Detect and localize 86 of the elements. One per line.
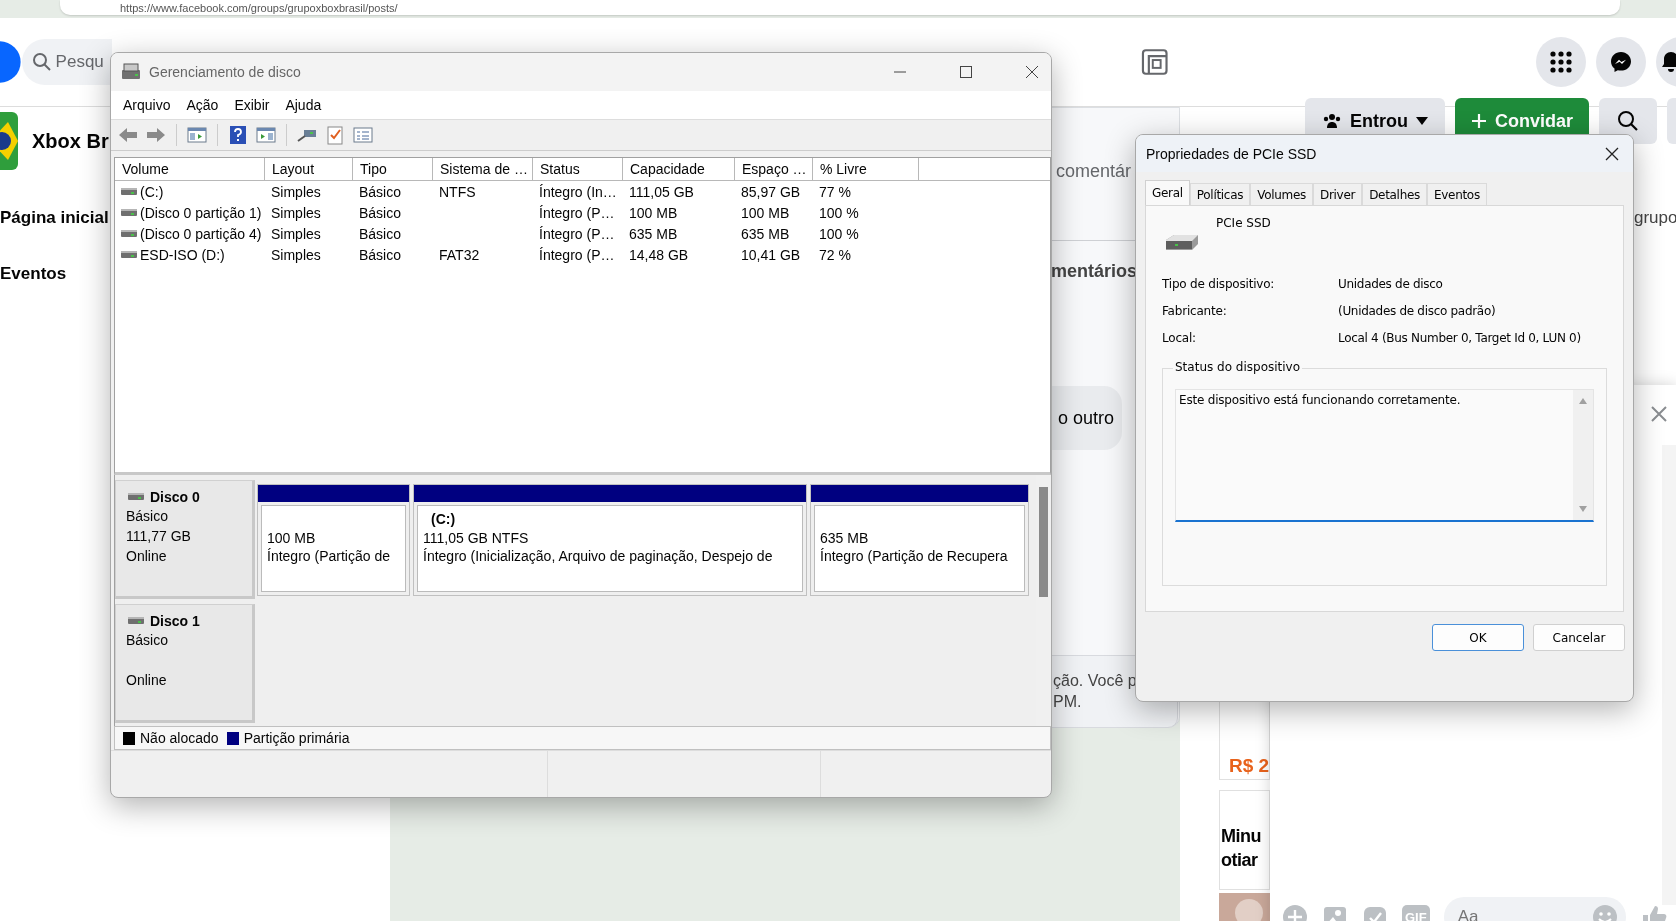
disk-label[interactable]: Disco 0 Básico 111,77 GB Online: [115, 480, 255, 599]
tab[interactable]: Volumes: [1250, 183, 1313, 205]
table-cell: Íntegro (P…: [539, 246, 615, 263]
column-header[interactable]: Espaço …: [735, 158, 813, 180]
address-bar[interactable]: https://www.facebook.com/groups/grupoxboxbrasil/posts/: [60, 0, 1620, 15]
table-cell: Básico: [359, 246, 402, 263]
tab[interactable]: Driver: [1313, 183, 1363, 205]
comments-link[interactable]: mentários: [1051, 261, 1138, 282]
comments-link[interactable]: comentár: [1056, 161, 1132, 182]
table-cell: (Disco 0 partição 1): [140, 204, 262, 221]
legend-label: Não alocado: [140, 730, 219, 746]
table-cell: 85,97 GB: [741, 183, 801, 200]
group-name[interactable]: Xbox Br: [32, 129, 109, 153]
table-cell: 10,41 GB: [741, 246, 801, 263]
partition-block[interactable]: (C:) 111,05 GB NTFS Íntegro (Inicialização, Arquivo de paginação, Despejo de: [413, 484, 807, 596]
table-cell: 100 MB: [741, 204, 790, 221]
table-cell: 100 %: [819, 204, 859, 221]
table-cell: Básico: [359, 183, 402, 200]
menu-item[interactable]: Ação: [186, 97, 219, 113]
device-name: PCIe SSD: [1216, 216, 1271, 230]
disk-label[interactable]: Disco 1 Básico Online: [115, 604, 255, 723]
table-cell: 77 %: [819, 183, 851, 200]
disk-status: Online: [126, 672, 168, 689]
table-cell: 635 MB: [629, 225, 678, 242]
table-cell: 72 %: [819, 246, 851, 263]
table-cell: (C:): [140, 183, 164, 200]
column-header[interactable]: Capacidade: [623, 158, 735, 180]
sidebar-item[interactable]: Página inicial: [0, 208, 109, 228]
menu-item[interactable]: Exibir: [234, 97, 270, 113]
table-cell: Íntegro (P…: [539, 204, 615, 221]
table-cell: Simples: [271, 246, 321, 263]
partition-block[interactable]: 100 MB Íntegro (Partição de: [257, 484, 410, 596]
table-cell: Simples: [271, 225, 321, 242]
column-header[interactable]: % Livre: [813, 158, 919, 180]
group-text: grupo: [1634, 208, 1676, 228]
field-label: Local:: [1162, 330, 1197, 345]
table-cell: Íntegro (P…: [539, 225, 615, 242]
field-label: Fabricante:: [1162, 303, 1228, 318]
field-value: Unidades de disco: [1338, 276, 1443, 291]
column-header[interactable]: Sistema de …: [433, 158, 533, 180]
cancel-button[interactable]: Cancelar: [1533, 624, 1625, 651]
search-field[interactable]: Pesqu: [21, 39, 112, 85]
status-text-area[interactable]: Este dispositivo está funcionando corretamente.: [1175, 389, 1594, 522]
table-cell: FAT32: [439, 246, 480, 263]
tab[interactable]: Políticas: [1189, 183, 1251, 205]
table-cell: Básico: [359, 204, 402, 221]
window-title: Gerenciamento de disco: [149, 64, 301, 80]
table-cell: 14,48 GB: [629, 246, 689, 263]
partition-block[interactable]: 635 MB Íntegro (Partição de Recupera: [810, 484, 1029, 596]
table-cell: ESD-ISO (D:): [140, 246, 225, 263]
sidebar-item[interactable]: Eventos: [0, 264, 67, 284]
table-cell: Básico: [359, 225, 402, 242]
ok-button[interactable]: OK: [1432, 624, 1524, 651]
table-cell: 635 MB: [741, 225, 790, 242]
table-cell: Simples: [271, 183, 321, 200]
column-header[interactable]: Tipo: [353, 158, 433, 180]
group-title: Status do dispositivo: [1173, 360, 1303, 374]
dialog-title: Propriedades de PCIe SSD: [1146, 145, 1317, 162]
table-cell: (Disco 0 partição 4): [140, 225, 262, 242]
field-value: (Unidades de disco padrão): [1338, 303, 1496, 318]
table-cell: 111,05 GB: [629, 183, 694, 200]
column-header[interactable]: Status: [533, 158, 623, 180]
ad-title: Minu otiar: [1220, 825, 1262, 872]
tab[interactable]: Geral: [1145, 180, 1190, 205]
disk-name: Disco 0: [150, 489, 200, 505]
legend-label: Partição primária: [243, 730, 350, 746]
disk-status: Online: [126, 548, 168, 565]
column-header[interactable]: Layout: [265, 158, 353, 180]
table-cell: 100 MB: [629, 204, 678, 221]
field-value: Local 4 (Bus Number 0, Target Id 0, LUN 0): [1338, 330, 1581, 345]
disk-name: Disco 1: [150, 613, 200, 629]
table-cell: Simples: [271, 204, 321, 221]
disk-size: 111,77 GB: [126, 528, 192, 545]
disk-type: Básico: [126, 508, 170, 525]
disk-type: Básico: [126, 632, 170, 649]
table-cell: Íntegro (In…: [539, 183, 617, 200]
column-header[interactable]: Volume: [115, 158, 265, 180]
ad-price: R$ 2: [1228, 755, 1269, 777]
menu-item[interactable]: Ajuda: [285, 97, 322, 113]
table-cell: NTFS: [439, 183, 476, 200]
tab[interactable]: Detalhes: [1362, 183, 1427, 205]
field-label: Tipo de dispositivo:: [1162, 276, 1276, 291]
menu-item[interactable]: Arquivo: [123, 97, 171, 113]
tab[interactable]: Eventos: [1427, 183, 1487, 205]
table-cell: 100 %: [819, 225, 859, 242]
ad-card[interactable]: Minu otiar: [1219, 790, 1270, 890]
